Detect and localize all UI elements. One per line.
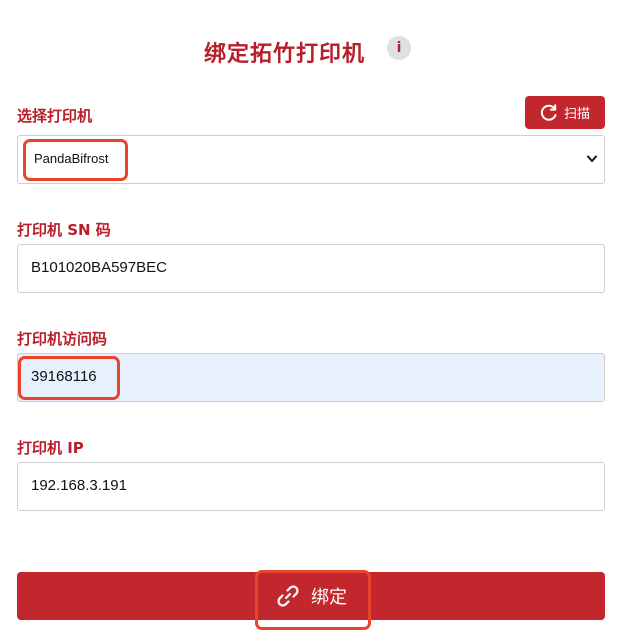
refresh-icon — [540, 103, 557, 121]
access-code-label: 打印机访问码 — [17, 330, 108, 348]
bind-button[interactable]: 绑定 — [17, 572, 605, 620]
access-code-value: 39168116 — [31, 368, 97, 385]
ip-label: 打印机 IP — [17, 439, 84, 457]
info-icon[interactable]: i — [387, 36, 411, 60]
serial-label: 打印机 SN 码 — [17, 221, 111, 239]
ip-input[interactable]: 192.168.3.191 — [17, 462, 605, 511]
bind-button-label: 绑定 — [311, 587, 347, 608]
printer-select[interactable]: PandaBifrost — [17, 135, 605, 184]
access-code-input[interactable]: 39168116 — [17, 353, 605, 402]
page-title: 绑定拓竹打印机 — [204, 42, 366, 67]
link-icon — [277, 585, 299, 607]
select-printer-label: 选择打印机 — [17, 107, 93, 125]
header: 绑定拓竹打印机 i — [0, 30, 635, 70]
chevron-down-icon — [587, 155, 597, 162]
serial-value: B101020BA597BEC — [31, 259, 167, 276]
scan-button[interactable]: 扫描 — [525, 96, 605, 129]
serial-input[interactable]: B101020BA597BEC — [17, 244, 605, 293]
scan-button-label: 扫描 — [563, 107, 590, 122]
bind-printer-page: 绑定拓竹打印机 i 选择打印机 扫描 PandaBifrost 打印机 SN 码… — [0, 0, 635, 642]
printer-select-value: PandaBifrost — [34, 151, 109, 166]
ip-value: 192.168.3.191 — [31, 477, 127, 494]
